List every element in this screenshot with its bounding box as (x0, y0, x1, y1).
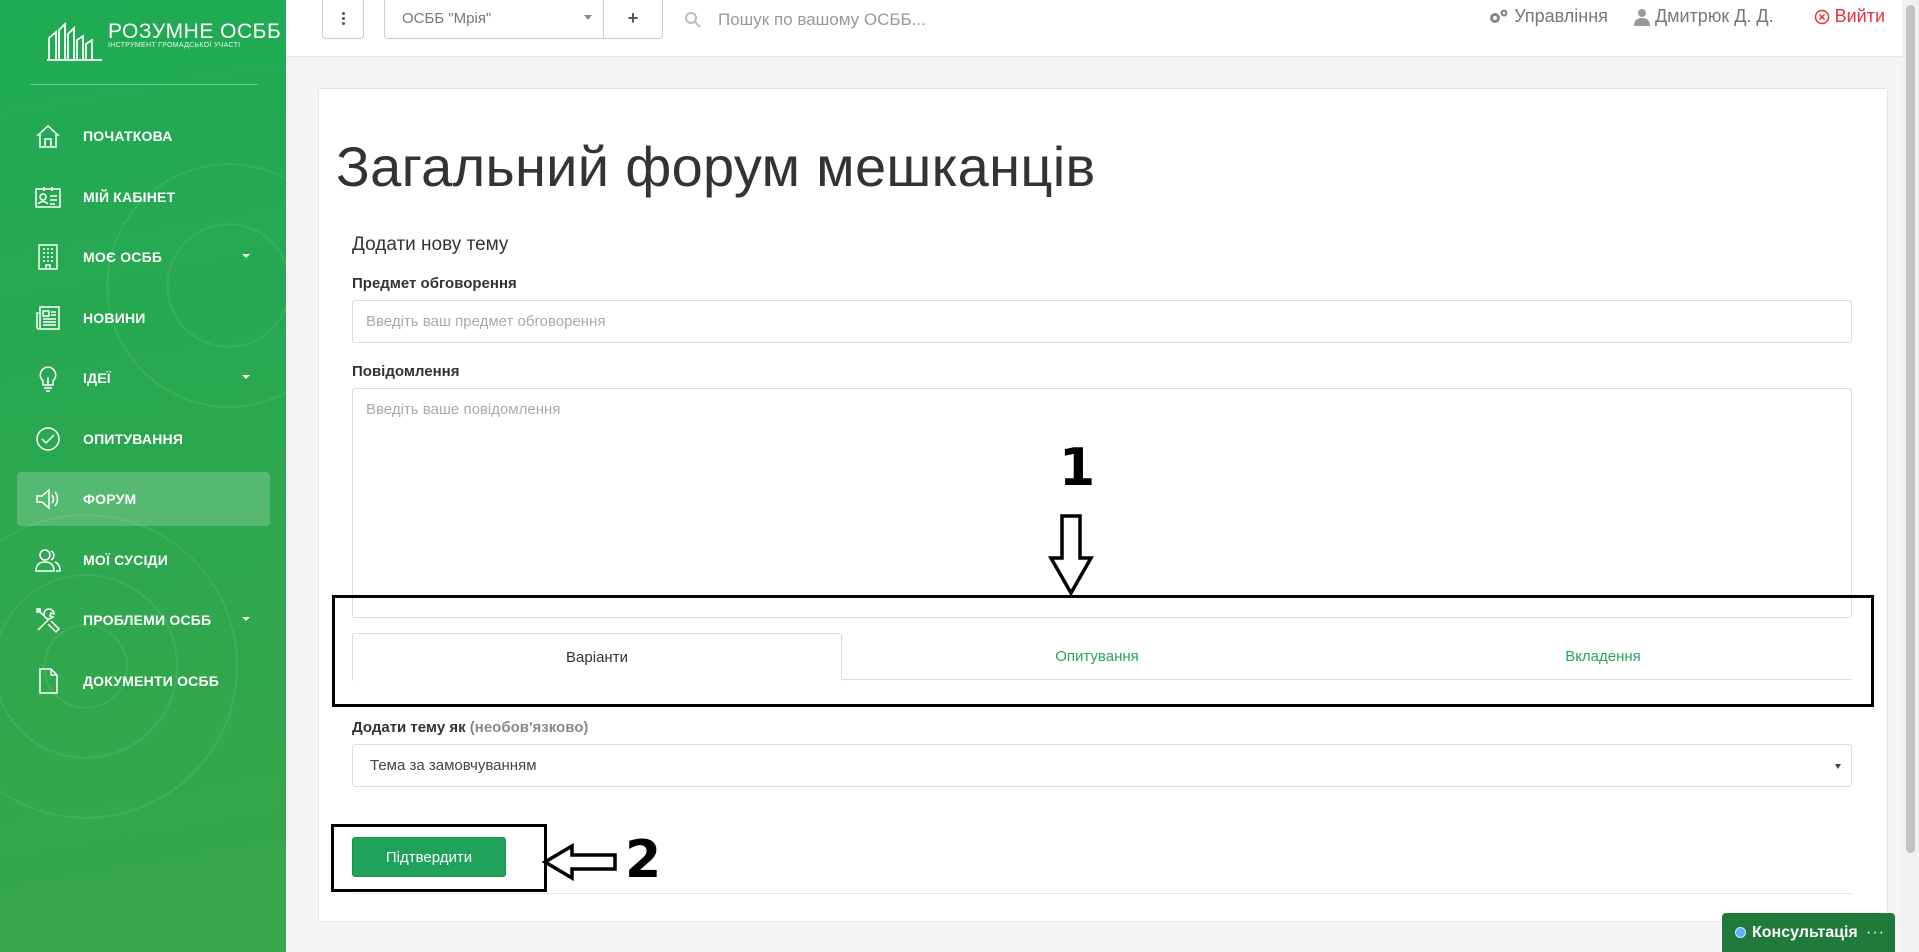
annotation-number-1: 1 (1059, 438, 1096, 498)
brand-tagline: ІНСТРУМЕНТ ГРОМАДСЬКОЇ УЧАСТІ (108, 42, 241, 49)
sidebar-item-osbb-documents[interactable]: ДОКУМЕНТИ ОСББ (17, 654, 270, 708)
dropdown-caret-icon (584, 15, 592, 20)
chevron-down-icon (242, 617, 250, 621)
search-icon (685, 12, 701, 28)
add-as-label-text: Додати тему як (352, 719, 466, 736)
sidebar-item-label: ДОКУМЕНТИ ОСББ (83, 672, 220, 689)
sidebar-item-my-osbb[interactable]: МОЄ ОСББ (17, 230, 270, 284)
form-footer-divider (352, 893, 1852, 894)
add-as-optional: (необов'язково) (469, 719, 589, 736)
annotation-arrow-left-icon (542, 843, 617, 881)
add-osbb-button[interactable]: + (603, 0, 663, 39)
gears-icon (1490, 9, 1508, 23)
form-heading: Додати нову тему (352, 234, 509, 255)
sidebar-item-label: ФОРУМ (83, 491, 137, 507)
more-menu-button[interactable] (322, 0, 364, 39)
osbb-selector-value: ОСББ "Мрія" (402, 9, 492, 27)
newspaper-icon (33, 303, 63, 333)
logout-link[interactable]: Вийти (1814, 6, 1885, 27)
city-logo-icon (47, 21, 102, 61)
sidebar-item-home[interactable]: ПОЧАТКОВА (17, 109, 270, 163)
sidebar-item-news[interactable]: НОВИНИ (17, 291, 270, 345)
sidebar-item-neighbors[interactable]: МОЇ СУСІДИ (17, 533, 270, 587)
sidebar-item-osbb-problems[interactable]: ПРОБЛЕМИ ОСББ (17, 593, 270, 647)
lightbulb-icon (33, 363, 63, 393)
home-icon (33, 121, 63, 151)
building-icon (33, 242, 63, 272)
sidebar-item-forum[interactable]: ФОРУМ (17, 472, 270, 526)
user-profile-link[interactable]: Дмитрюк Д. Д. (1633, 6, 1774, 27)
page-title: Загальний форум мешканців (336, 135, 1096, 198)
sidebar-item-polls[interactable]: ОПИТУВАННЯ (17, 412, 270, 466)
dropdown-caret-icon (1835, 764, 1841, 769)
sidebar: РОЗУМНЕ ОСББ ІНСТРУМЕНТ ГРОМАДСЬКОЇ УЧАС… (0, 0, 286, 952)
top-bar: ОСББ "Мрія" + Управління Дмитрюк Д. Д. В… (286, 0, 1919, 57)
logout-label: Вийти (1834, 6, 1885, 26)
scrollbar-thumb[interactable] (1906, 5, 1915, 853)
sidebar-nav: ПОЧАТКОВА МІЙ КАБІНЕТ МОЄ ОСББ НОВИНИ ІД… (17, 109, 270, 714)
topic-type-value: Тема за замовчуванням (370, 757, 537, 774)
tools-icon (33, 605, 63, 635)
check-circle-icon (33, 424, 63, 454)
page-scrollbar[interactable] (1902, 0, 1919, 952)
user-icon (1633, 8, 1650, 26)
chevron-down-icon (242, 375, 250, 379)
online-status-icon (1735, 927, 1746, 938)
sidebar-item-label: МОЄ ОСББ (83, 249, 163, 265)
brand-name: РОЗУМНЕ ОСББ (108, 20, 282, 43)
subject-label: Предмет обговорення (352, 275, 517, 292)
users-icon (33, 545, 63, 575)
brand-logo[interactable]: РОЗУМНЕ ОСББ ІНСТРУМЕНТ ГРОМАДСЬКОЇ УЧАС… (46, 20, 281, 64)
consultation-widget[interactable]: Консультація ··· (1722, 913, 1895, 952)
annotation-arrow-down-icon (1048, 514, 1094, 596)
subject-input[interactable] (352, 300, 1852, 343)
message-textarea[interactable] (352, 388, 1852, 618)
sidebar-item-label: НОВИНИ (83, 309, 146, 326)
sidebar-item-label: ПОЧАТКОВА (83, 128, 173, 144)
topic-type-select[interactable]: Тема за замовчуванням (352, 744, 1852, 787)
more-options-icon[interactable]: ··· (1866, 924, 1885, 942)
management-link[interactable]: Управління (1487, 6, 1608, 27)
top-right-menu: Управління Дмитрюк Д. Д. Вийти (1461, 6, 1885, 27)
consultation-label: Консультація (1752, 923, 1858, 941)
management-label: Управління (1514, 6, 1608, 26)
document-icon (33, 666, 63, 696)
sidebar-item-label: МОЇ СУСІДИ (83, 551, 168, 568)
sidebar-item-label: ОПИТУВАННЯ (83, 430, 184, 447)
close-circle-icon (1814, 9, 1829, 24)
sidebar-item-label: ІДЕЇ (83, 370, 111, 386)
search-input[interactable] (716, 9, 1080, 31)
sidebar-item-label: МІЙ КАБІНЕТ (83, 188, 176, 205)
sidebar-item-ideas[interactable]: ІДЕЇ (17, 351, 270, 405)
add-as-label: Додати тему як (необов'язково) (352, 719, 588, 736)
search-box (684, 6, 1104, 34)
id-card-icon (33, 182, 63, 212)
vertical-dots-icon (341, 11, 345, 25)
annotation-box-1 (332, 595, 1874, 707)
message-label: Повідомлення (352, 363, 460, 380)
megaphone-icon (33, 484, 63, 514)
annotation-number-2: 2 (625, 830, 662, 890)
annotation-box-2 (331, 824, 547, 892)
sidebar-item-label: ПРОБЛЕМИ ОСББ (83, 612, 212, 628)
osbb-selector[interactable]: ОСББ "Мрія" (384, 0, 605, 39)
sidebar-divider (30, 84, 258, 85)
user-name: Дмитрюк Д. Д. (1654, 6, 1774, 26)
sidebar-item-my-cabinet[interactable]: МІЙ КАБІНЕТ (17, 170, 270, 224)
chevron-down-icon (242, 254, 250, 258)
